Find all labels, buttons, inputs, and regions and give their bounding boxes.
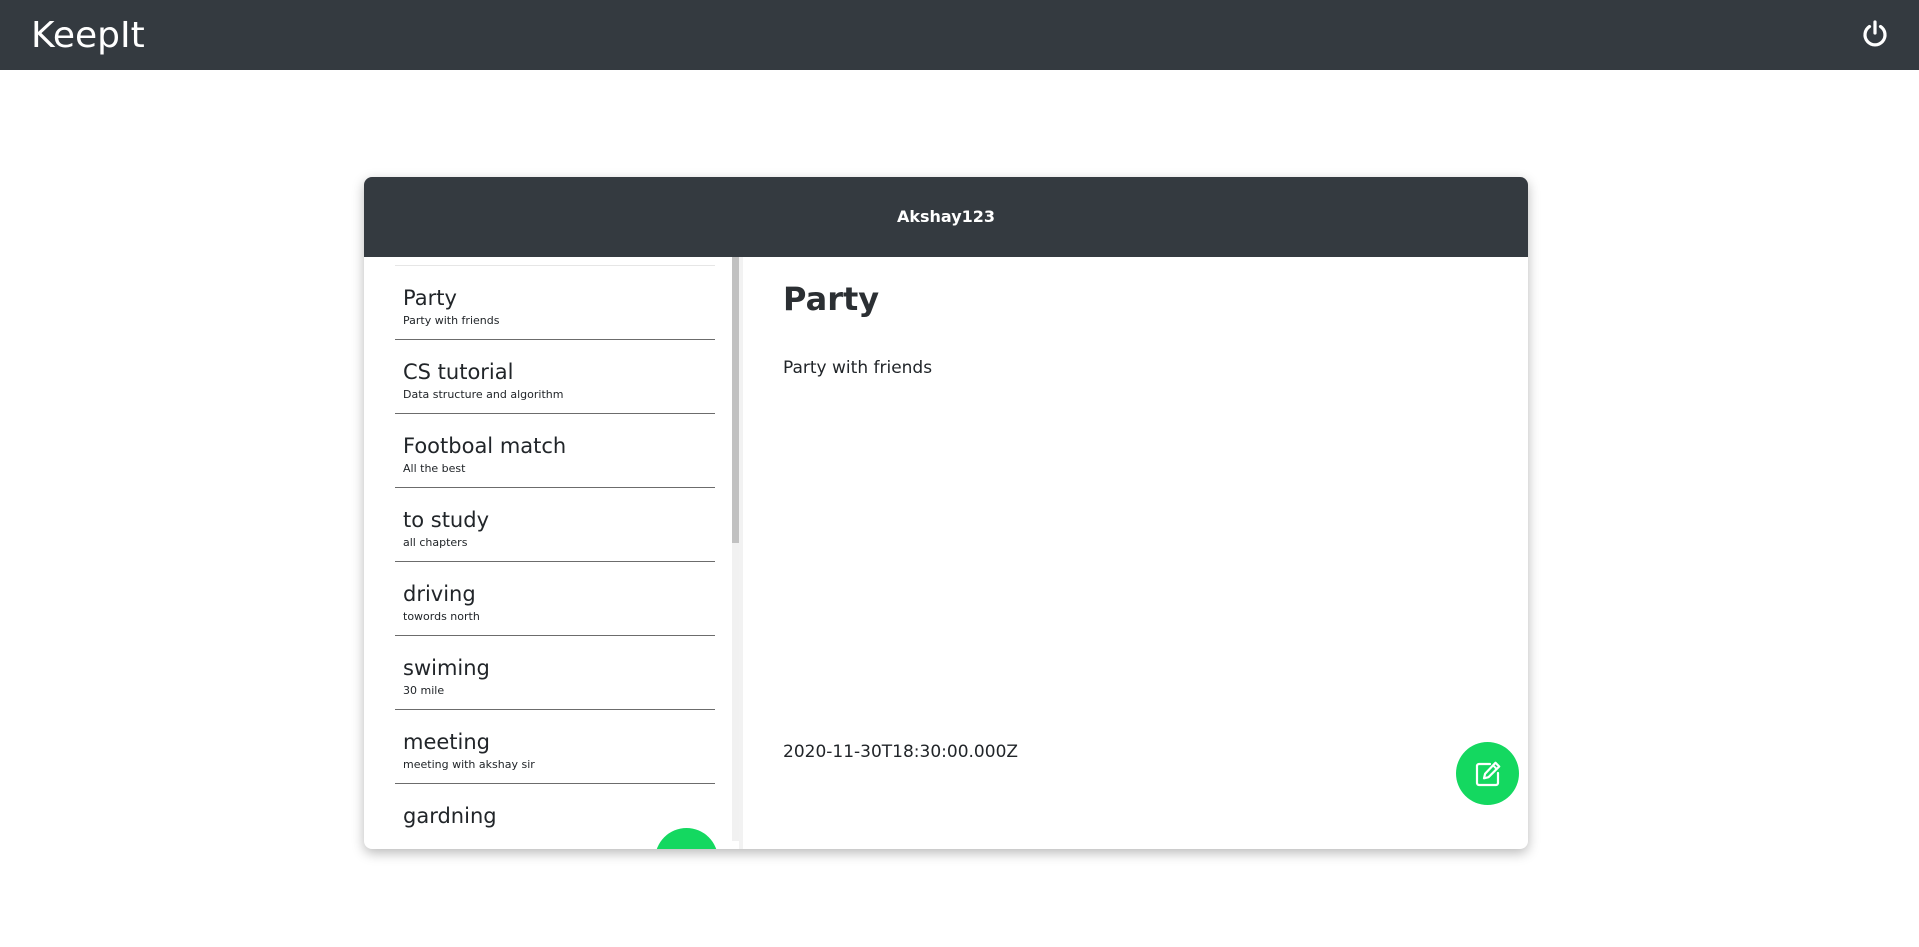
app-brand[interactable]: KeepIt bbox=[31, 14, 145, 58]
power-icon bbox=[1863, 20, 1887, 47]
note-desc: meeting with akshay sir bbox=[403, 758, 535, 771]
note-item-driving[interactable]: driving towords north bbox=[395, 562, 715, 636]
pane-divider bbox=[739, 257, 743, 849]
notes-list: Party Party with friends CS tutorial Dat… bbox=[395, 265, 715, 849]
note-desc: Data structure and algorithm bbox=[403, 388, 564, 401]
note-desc: Party with friends bbox=[403, 314, 500, 327]
note-title: to study bbox=[403, 508, 489, 532]
note-title: gardning bbox=[403, 804, 497, 828]
note-detail: Party Party with friends 2020-11-30T18:3… bbox=[783, 257, 1483, 849]
note-item-football-match[interactable]: Footboal match All the best bbox=[395, 414, 715, 488]
edit-icon bbox=[1475, 761, 1500, 786]
note-title: Footboal match bbox=[403, 434, 567, 458]
notes-card: Akshay123 Party Party with friends CS tu… bbox=[364, 177, 1528, 849]
note-desc: 30 mile bbox=[403, 684, 445, 697]
edit-note-button[interactable] bbox=[1456, 742, 1519, 805]
note-item-swiming[interactable]: swiming 30 mile bbox=[395, 636, 715, 710]
notes-list-pane: Party Party with friends CS tutorial Dat… bbox=[364, 257, 739, 849]
note-item-to-study[interactable]: to study all chapters bbox=[395, 488, 715, 562]
note-desc: towords north bbox=[403, 610, 480, 623]
plus-icon bbox=[683, 848, 690, 849]
power-button[interactable] bbox=[1859, 18, 1891, 50]
card-header-username: Akshay123 bbox=[364, 177, 1528, 257]
note-title: swiming bbox=[403, 656, 490, 680]
navbar: KeepIt bbox=[0, 0, 1919, 70]
detail-description: Party with friends bbox=[783, 358, 933, 378]
note-desc: All the best bbox=[403, 462, 466, 475]
note-title: Party bbox=[403, 286, 457, 310]
note-item-meeting[interactable]: meeting meeting with akshay sir bbox=[395, 710, 715, 784]
note-item-cs-tutorial[interactable]: CS tutorial Data structure and algorithm bbox=[395, 340, 715, 414]
detail-date: 2020-11-30T18:30:00.000Z bbox=[783, 742, 1019, 762]
note-desc: all chapters bbox=[403, 536, 468, 549]
note-title: driving bbox=[403, 582, 476, 606]
detail-title: Party bbox=[783, 280, 880, 318]
note-title: CS tutorial bbox=[403, 360, 514, 384]
list-scrollbar-thumb[interactable] bbox=[732, 257, 739, 543]
note-item-party[interactable]: Party Party with friends bbox=[395, 266, 715, 340]
note-title: meeting bbox=[403, 730, 491, 754]
